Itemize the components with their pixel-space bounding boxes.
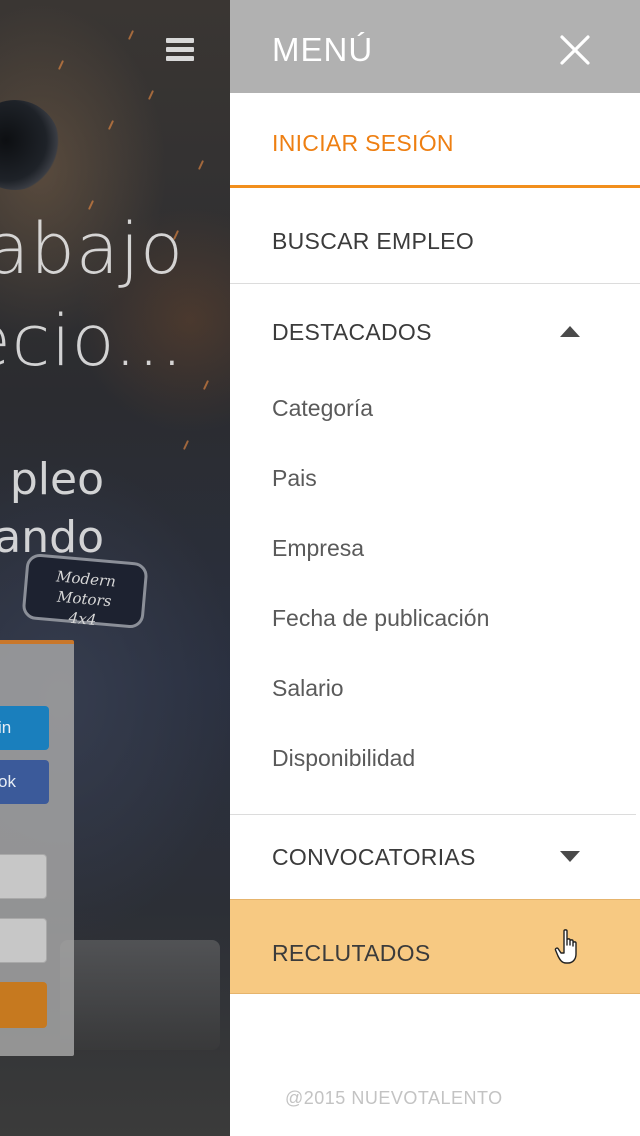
hero-headline-line-2: ecio... [0, 300, 184, 382]
hand-cursor-icon [554, 929, 577, 964]
menu-item-label: DESTACADOS [272, 319, 432, 345]
side-menu: MENÚ INICIAR SESIÓN BUSCAR EMPLEO DESTAC… [230, 0, 640, 1136]
submenu-item-disponibilidad[interactable]: Disponibilidad [272, 745, 415, 772]
submenu-item-pais[interactable]: Pais [272, 465, 317, 492]
submenu-item-categoria[interactable]: Categoría [272, 395, 373, 422]
menu-item-iniciar-sesion[interactable]: INICIAR SESIÓN [230, 93, 640, 188]
menu-item-buscar-empleo[interactable]: BUSCAR EMPLEO [230, 188, 640, 284]
password-field[interactable] [0, 918, 47, 963]
submenu-item-empresa[interactable]: Empresa [272, 535, 364, 562]
menu-item-reclutados[interactable]: RECLUTADOS [230, 899, 640, 994]
menu-item-destacados[interactable]: DESTACADOS [230, 284, 640, 378]
submenu-item-salario[interactable]: Salario [272, 675, 344, 702]
login-card: in ok [0, 640, 74, 1056]
spark-decoration [197, 160, 205, 170]
facebook-login-button[interactable]: ok [0, 760, 49, 804]
spark-decoration [147, 90, 155, 100]
email-field[interactable] [0, 854, 47, 899]
caret-down-icon [560, 851, 580, 862]
hero-headline-line-1: abajo [0, 208, 184, 290]
footer-copyright: @2015 NUEVOTALENTO [285, 1088, 503, 1108]
spark-decoration [182, 440, 190, 450]
menu-item-label: RECLUTADOS [272, 940, 431, 966]
spark-decoration [127, 30, 135, 40]
welding-mask-photo [0, 100, 60, 190]
shirt-patch: Modern Motors 4x4 [21, 552, 149, 630]
menu-item-label: CONVOCATORIAS [272, 844, 476, 870]
menu-item-convocatorias[interactable]: CONVOCATORIAS [230, 815, 640, 899]
spark-decoration [57, 60, 65, 70]
menu-title: MENÚ [272, 31, 374, 68]
menu-item-label: INICIAR SESIÓN [272, 130, 454, 156]
engine-photo [60, 940, 220, 1050]
spark-decoration [107, 120, 115, 130]
close-icon[interactable] [558, 33, 592, 67]
background-page: abajo ecio... pleo ando Modern Motors 4x… [0, 0, 230, 1136]
caret-up-icon [560, 326, 580, 337]
linkedin-login-button[interactable]: in [0, 706, 49, 750]
hamburger-menu-icon[interactable] [166, 38, 194, 62]
submenu-item-fecha-publicacion[interactable]: Fecha de publicación [272, 605, 489, 632]
menu-header: MENÚ [230, 0, 640, 93]
login-submit-button[interactable] [0, 982, 47, 1028]
hero-subheadline-line-1: pleo [9, 454, 104, 505]
spark-decoration [202, 380, 210, 390]
menu-item-label: BUSCAR EMPLEO [272, 228, 475, 254]
